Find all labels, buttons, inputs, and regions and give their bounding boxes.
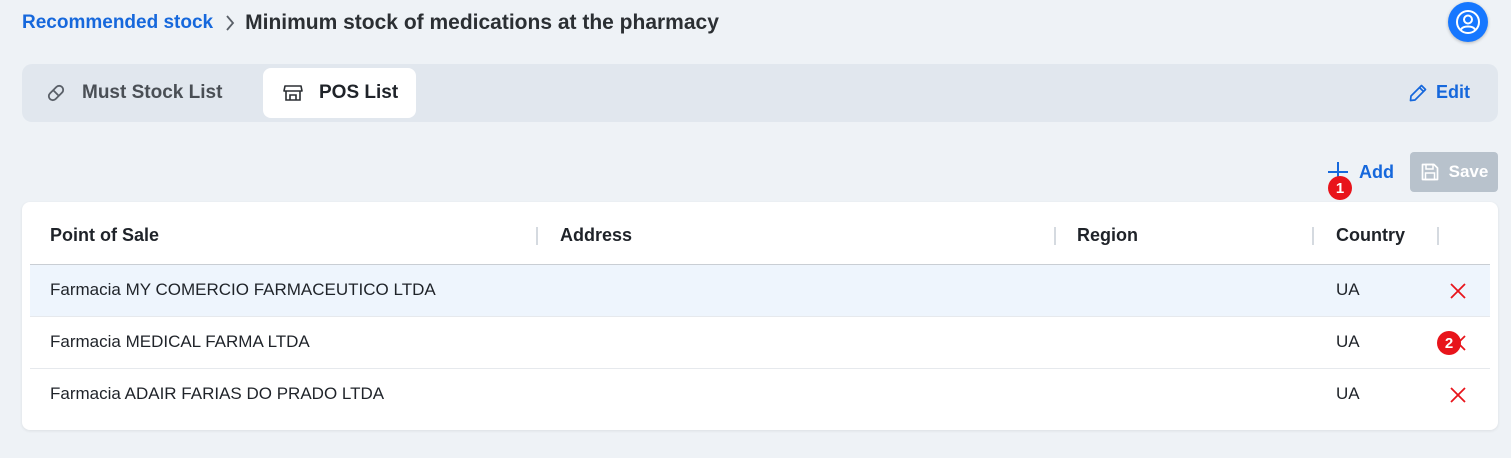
table-row[interactable]: Farmacia MY COMERCIO FARMACEUTICO LTDA U…	[30, 265, 1490, 317]
column-resize-handle[interactable]	[1437, 227, 1439, 245]
chevron-right-icon	[225, 15, 235, 31]
column-resize-handle[interactable]	[536, 227, 538, 245]
column-header-address[interactable]: Address	[560, 225, 632, 246]
save-button[interactable]: Save	[1410, 152, 1498, 192]
pill-icon	[46, 83, 66, 103]
add-label: Add	[1359, 161, 1394, 182]
store-icon	[283, 83, 303, 103]
cell-country: UA	[1336, 384, 1360, 403]
floppy-disk-icon	[1420, 162, 1440, 182]
pencil-icon	[1408, 83, 1428, 103]
edit-label: Edit	[1436, 82, 1470, 102]
step-badge: 1	[1328, 176, 1352, 200]
table-row[interactable]: Farmacia MEDICAL FARMA LTDA UA	[30, 317, 1490, 369]
column-resize-handle[interactable]	[1312, 227, 1314, 245]
column-header-country[interactable]: Country	[1336, 225, 1405, 246]
delete-row-button[interactable]	[1448, 385, 1468, 405]
user-icon	[1456, 10, 1480, 34]
cell-country: UA	[1336, 332, 1360, 351]
save-label: Save	[1448, 162, 1489, 181]
table-row[interactable]: Farmacia ADAIR FARIAS DO PRADO LTDA UA	[30, 369, 1490, 421]
tab-pos-list[interactable]: POS List	[263, 68, 416, 118]
table-header: Point of Sale Address Region Country	[30, 202, 1490, 265]
tab-must-stock-list[interactable]: Must Stock List	[22, 68, 222, 118]
step-badge: 2	[1437, 331, 1461, 355]
column-header-region[interactable]: Region	[1077, 225, 1138, 246]
breadcrumb-link-recommended-stock[interactable]: Recommended stock	[22, 12, 213, 34]
cell-point-of-sale: Farmacia MEDICAL FARMA LTDA	[50, 332, 310, 351]
column-resize-handle[interactable]	[1054, 227, 1056, 245]
close-icon	[1450, 283, 1466, 299]
delete-row-button[interactable]	[1448, 281, 1468, 301]
edit-button[interactable]: Edit	[1408, 82, 1470, 103]
tab-label: POS List	[319, 82, 399, 103]
tab-bar: Must Stock List POS List Edit	[22, 64, 1498, 122]
close-icon	[1450, 387, 1466, 403]
pos-table: Point of Sale Address Region Country Far…	[22, 202, 1498, 430]
column-header-point-of-sale[interactable]: Point of Sale	[50, 225, 159, 246]
cell-point-of-sale: Farmacia ADAIR FARIAS DO PRADO LTDA	[50, 384, 385, 403]
cell-point-of-sale: Farmacia MY COMERCIO FARMACEUTICO LTDA	[50, 280, 436, 299]
breadcrumb: Recommended stock Minimum stock of medic…	[22, 8, 719, 38]
user-avatar[interactable]	[1448, 2, 1488, 42]
tab-label: Must Stock List	[82, 82, 223, 103]
page-title: Minimum stock of medications at the phar…	[245, 11, 719, 34]
cell-country: UA	[1336, 280, 1360, 299]
